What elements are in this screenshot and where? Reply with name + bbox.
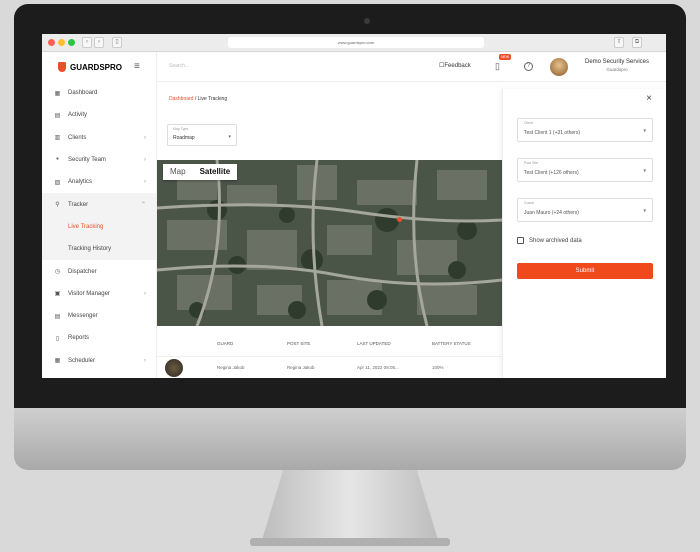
pin-icon: ⚲: [55, 202, 60, 209]
chat-icon: ▤: [54, 313, 61, 320]
sidebar: GUARDSPRO ≡ ▦ Dashboard ▤ Activity ▥ Client…: [42, 52, 157, 378]
submit-button[interactable]: Submit: [517, 263, 653, 279]
table-row[interactable]: Regina Jakob Regina Jakob Apr 11, 2022 0…: [157, 356, 502, 378]
chevron-down-icon: ▾: [643, 128, 646, 134]
column-post-site: POST SITE: [287, 340, 311, 346]
calendar-icon: ▤: [54, 112, 61, 119]
close-icon[interactable]: ×: [646, 93, 652, 104]
location-pin-icon[interactable]: [397, 217, 402, 222]
help-icon[interactable]: ?: [524, 62, 533, 71]
camera-dot: [364, 18, 370, 24]
sidebar-item-visitor-manager[interactable]: ▣ Visitor Manager ›: [42, 283, 156, 305]
company-switcher[interactable]: Demo Security Services Guardspro: [573, 58, 661, 74]
filter-panel: × Client Test Client 1 (+31 others) ▾ Po…: [502, 89, 666, 378]
checkbox-box[interactable]: [517, 237, 524, 244]
column-guard: GUARD: [217, 340, 234, 346]
building-icon: ▥: [54, 135, 61, 142]
minimize-window-icon[interactable]: [58, 39, 65, 46]
sidebar-item-activity[interactable]: ▤ Activity: [42, 104, 156, 126]
notification-badge: NEW: [499, 54, 512, 60]
people-icon: ꔷ: [56, 156, 59, 163]
guard-select[interactable]: Guard Juan Mauro (+24 others) ▾: [517, 198, 653, 222]
app-screen: ‹ › ▯ www.guardspro.com ⇧ ⧉ GUARDSPRO ≡ …: [42, 34, 666, 378]
map-type-label: Map Type: [173, 127, 189, 131]
chevron-right-icon: ›: [144, 157, 146, 164]
sidebar-subitem-tracking-history[interactable]: Tracking History: [42, 238, 156, 261]
guard-avatar: [165, 358, 183, 377]
sidebar-subitem-live-tracking[interactable]: Live Tracking: [42, 215, 156, 239]
sidebar-item-messenger[interactable]: ▤ Messenger: [42, 305, 156, 327]
breadcrumb: Dashboard / Live Tracking: [169, 96, 228, 102]
close-window-icon[interactable]: [48, 39, 55, 46]
url-bar[interactable]: www.guardspro.com: [228, 37, 484, 48]
sidebar-item-dashboard[interactable]: ▦ Dashboard: [42, 82, 156, 104]
cell-last-updated: Apr 11, 2022 08:05...: [357, 365, 399, 370]
chevron-right-icon: ›: [144, 179, 146, 186]
sidebar-toggle-icon[interactable]: ▯: [112, 37, 122, 48]
breadcrumb-current: Live Tracking: [197, 96, 228, 102]
map-type-tabs: Map Satellite: [163, 164, 238, 180]
chevron-down-icon: ▾: [228, 134, 231, 140]
map-type-value: Roadmap: [173, 135, 195, 141]
map-tab-satellite[interactable]: Satellite: [193, 164, 238, 180]
id-card-icon: ▣: [54, 291, 61, 298]
clock-icon: ◷: [54, 269, 61, 276]
chevron-right-icon: ›: [144, 357, 146, 364]
show-archived-checkbox[interactable]: Show archived data: [517, 237, 582, 244]
tabs-icon[interactable]: ⧉: [632, 37, 642, 48]
brand-name: GUARDSPRO: [70, 62, 123, 72]
sidebar-item-scheduler[interactable]: ▦ Scheduler ›: [42, 350, 156, 372]
client-select[interactable]: Client Test Client 1 (+31 others) ▾: [517, 118, 653, 142]
company-sub: Guardspro: [606, 67, 628, 72]
hamburger-menu-icon[interactable]: ≡: [134, 61, 140, 72]
browser-toolbar: ‹ › ▯ www.guardspro.com ⇧ ⧉: [42, 34, 666, 52]
column-last-updated: LAST UPDATED: [357, 340, 391, 346]
show-archived-label: Show archived data: [529, 237, 582, 244]
chevron-down-icon: ▾: [643, 208, 646, 214]
cell-battery: 100%: [432, 365, 444, 370]
chevron-right-icon: ›: [144, 290, 146, 297]
chevron-up-icon: ⌃: [140, 202, 146, 209]
sidebar-item-reports[interactable]: ▯ Reports: [42, 327, 156, 349]
satellite-imagery: [157, 160, 502, 326]
document-icon: ▯: [55, 335, 60, 342]
monitor-base: [250, 538, 450, 546]
chevron-down-icon: ▾: [643, 168, 646, 174]
sidebar-item-dispatcher[interactable]: ◷ Dispatcher: [42, 260, 156, 282]
chart-icon: ▨: [54, 179, 61, 186]
satellite-map[interactable]: Map Satellite: [157, 160, 502, 326]
grid-icon: ▦: [54, 90, 61, 97]
shield-icon: [58, 62, 66, 72]
sidebar-item-analytics[interactable]: ▨ Analytics ›: [42, 171, 156, 193]
chevron-right-icon: ›: [144, 134, 146, 141]
feedback-button[interactable]: ☐Feedback: [439, 62, 471, 69]
sidebar-item-security-team[interactable]: ꔷ Security Team ›: [42, 149, 156, 171]
back-icon[interactable]: ‹: [82, 37, 92, 48]
sidebar-item-tracker[interactable]: ⚲ Tracker ⌃: [42, 193, 156, 216]
calendar-icon: ▦: [54, 358, 61, 365]
cell-post-site: Regina Jakob: [287, 365, 315, 370]
map-type-select[interactable]: Map Type Roadmap ▾: [167, 124, 237, 146]
notification-bell-icon[interactable]: ▯: [495, 61, 500, 72]
cell-guard: Regina Jakob: [217, 365, 245, 370]
map-tab-map[interactable]: Map: [163, 164, 193, 180]
post-site-select[interactable]: Post Site Test Client (+126 others) ▾: [517, 158, 653, 182]
top-bar: Search... ☐Feedback ▯ NEW ? Demo Securit…: [157, 52, 666, 82]
share-icon[interactable]: ⇧: [614, 37, 624, 48]
column-battery-status: BATTERY STATUS: [432, 340, 471, 346]
table-header: GUARD POST SITE LAST UPDATED BATTERY STA…: [157, 336, 502, 350]
breadcrumb-dashboard-link[interactable]: Dashboard: [169, 96, 193, 102]
forward-icon[interactable]: ›: [94, 37, 104, 48]
sidebar-item-clients[interactable]: ▥ Clients ›: [42, 127, 156, 149]
monitor-chin: [14, 408, 686, 470]
maximize-window-icon[interactable]: [68, 39, 75, 46]
avatar[interactable]: [550, 58, 568, 76]
company-name: Demo Security Services: [584, 59, 650, 65]
monitor-stand: [262, 470, 438, 540]
search-input[interactable]: Search...: [169, 63, 189, 69]
